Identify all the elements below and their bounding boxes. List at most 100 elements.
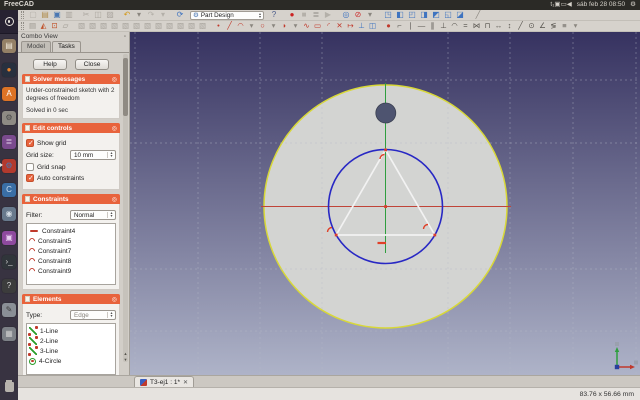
conic-dropdown[interactable]: ▾ [290, 21, 301, 31]
redo[interactable]: ↷ [145, 10, 157, 20]
copy[interactable]: ◫ [92, 10, 104, 20]
linear-pattern[interactable]: ▧ [164, 21, 175, 31]
show-grid-checkbox[interactable] [26, 139, 34, 147]
pocket[interactable]: ▧ [87, 21, 98, 31]
multitransform[interactable]: ▧ [197, 21, 208, 31]
terminal[interactable]: ›_ [2, 255, 16, 269]
undo[interactable]: ↶ [121, 10, 133, 20]
paste[interactable]: ▨ [104, 10, 116, 20]
type-dropdown[interactable]: Edge ▴▾ [70, 310, 116, 320]
fillet-feature[interactable]: ▧ [120, 21, 131, 31]
constraints-header[interactable]: Constraints ◎ [22, 194, 120, 204]
section-collapse-icon[interactable]: ◎ [112, 296, 117, 303]
external-geometry[interactable]: ⊥ [356, 21, 367, 31]
print[interactable]: ▥ [63, 10, 75, 20]
filter-dropdown[interactable]: Normal ▴▾ [70, 210, 116, 220]
constraint-item[interactable]: Constraint9 [29, 266, 113, 276]
edit-controls-header[interactable]: Edit controls ◎ [22, 123, 120, 133]
constraint-tangent[interactable]: ◠ [449, 21, 460, 31]
hole-circle[interactable] [376, 103, 396, 123]
create-rectangle[interactable]: ▭ [312, 21, 323, 31]
media-app[interactable]: ▣ [2, 231, 16, 245]
spin-arrows-icon[interactable]: ▴▾ [107, 152, 115, 159]
close-button[interactable]: Close [75, 59, 109, 70]
grid-size-spinbox[interactable]: 10 mm ▴▾ [70, 150, 116, 160]
constraint-item[interactable]: Constraint5 [29, 236, 113, 246]
macro-stop[interactable]: ■ [298, 10, 310, 20]
create-line[interactable]: ╱ [224, 21, 235, 31]
sketch-sheet[interactable]: ▤ [27, 21, 38, 31]
create-point[interactable]: • [213, 21, 224, 31]
section-collapse-icon[interactable]: ◎ [112, 196, 117, 203]
extend-edge[interactable]: ↦ [345, 21, 356, 31]
browser-ball[interactable]: ◉ [2, 207, 16, 221]
image-tool[interactable]: ▦ [2, 327, 16, 341]
view-left[interactable]: ◪ [454, 10, 466, 20]
system-settings[interactable]: ⚙ [2, 111, 16, 125]
element-item[interactable]: 3-Line [29, 346, 113, 356]
constraint-horizontal[interactable]: — [416, 21, 427, 31]
new-document[interactable]: ▢ [27, 10, 39, 20]
dropdown-arrows-icon[interactable]: ▴▾ [107, 212, 115, 219]
create-arc[interactable]: ◠ [235, 21, 246, 31]
draft-feature[interactable]: ▧ [142, 21, 153, 31]
sketch-canvas[interactable] [130, 32, 640, 375]
scroll-down-icon[interactable]: ▼ [123, 357, 128, 362]
create-circle[interactable]: ○ [257, 21, 268, 31]
draw-style-dropdown[interactable]: ▾ [364, 10, 376, 20]
workbench-selector[interactable]: ⚙ Part Design ▴▾ [190, 11, 264, 20]
save-document[interactable]: ▣ [51, 10, 63, 20]
constraint-perpendicular[interactable]: ⊥ [438, 21, 449, 31]
workbench-spin-arrows[interactable]: ▴▾ [259, 12, 261, 19]
mirror-feature[interactable]: ▧ [153, 21, 164, 31]
polar-pattern[interactable]: ▧ [175, 21, 186, 31]
draw-style[interactable]: ⊘ [352, 10, 364, 20]
toggle-driving-dropdown[interactable]: ▾ [570, 21, 581, 31]
scrollbar-thumb[interactable] [123, 58, 128, 116]
revolution[interactable]: ▧ [98, 21, 109, 31]
tab-model[interactable]: Model [21, 41, 51, 52]
open-document[interactable]: ▤ [39, 10, 51, 20]
carbon-copy[interactable]: ◫ [367, 21, 378, 31]
whats-this[interactable]: ? [268, 10, 280, 20]
arc-dropdown[interactable]: ▾ [246, 21, 257, 31]
view-top[interactable]: ◰ [406, 10, 418, 20]
grid-snap-checkbox[interactable] [26, 163, 34, 171]
firefox[interactable]: ● [2, 63, 16, 77]
refresh[interactable]: ⟳ [174, 10, 186, 20]
view-rear[interactable]: ◩ [430, 10, 442, 20]
freecad[interactable]: ⚙ [2, 159, 16, 173]
create-fillet[interactable]: ◜ [323, 21, 334, 31]
chamfer-feature[interactable]: ▧ [131, 21, 142, 31]
elements-header[interactable]: Elements ◎ [22, 294, 120, 304]
scaled-feature[interactable]: ▧ [186, 21, 197, 31]
measure-distance[interactable]: ╱ [472, 10, 484, 20]
create-polyline[interactable]: ∿ [301, 21, 312, 31]
constraint-radius[interactable]: ⊙ [526, 21, 537, 31]
panel-scrollbar[interactable]: ▲ ▼ [123, 54, 128, 362]
tab-tasks[interactable]: Tasks [52, 41, 81, 52]
macro-record[interactable]: ● [286, 10, 298, 20]
constraint-equal[interactable]: = [460, 21, 471, 31]
auto-constraints-checkbox[interactable] [26, 174, 34, 182]
constraint-vertical-distance[interactable]: ↕ [504, 21, 515, 31]
view-axonometric[interactable]: ◳ [382, 10, 394, 20]
view-right[interactable]: ◨ [418, 10, 430, 20]
toolbar-grip[interactable] [21, 11, 24, 19]
panel-float-icon[interactable]: ▫ [124, 34, 126, 40]
files[interactable]: ▤ [2, 39, 16, 53]
constraint-point-on-object[interactable]: ⌐ [394, 21, 405, 31]
toolbar-grip-2[interactable] [21, 22, 24, 30]
circle-dropdown[interactable]: ▾ [268, 21, 279, 31]
constraint-internal-alignment[interactable]: ≡ [559, 21, 570, 31]
create-conic[interactable]: ◗ [279, 21, 290, 31]
constraint-coincident[interactable]: ● [383, 21, 394, 31]
constraint-distance[interactable]: ╱ [515, 21, 526, 31]
map-sketch[interactable]: ▱ [60, 21, 71, 31]
solver-messages-header[interactable]: Solver messages ◎ [22, 74, 120, 84]
undo-dropdown[interactable]: ▾ [133, 10, 145, 20]
constraint-snell[interactable]: ≶ [548, 21, 559, 31]
element-item[interactable]: 2-Line [29, 336, 113, 346]
constraint-vertical[interactable]: ∣ [405, 21, 416, 31]
3d-viewport[interactable] [130, 32, 640, 375]
